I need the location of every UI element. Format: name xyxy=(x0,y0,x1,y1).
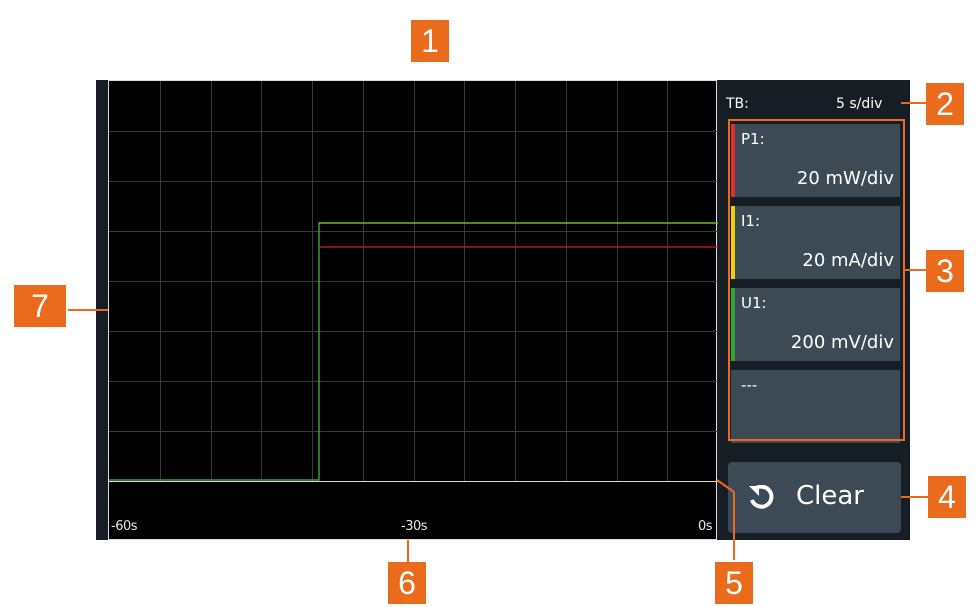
channel-p1-scale-value: 20 mW/div xyxy=(796,168,894,189)
x-tick-label-mid: -30s xyxy=(401,519,428,534)
channel-i1-name: I1: xyxy=(741,212,761,230)
channel-i1-scale[interactable]: I1: 20 mA/div xyxy=(731,206,900,279)
channel-p1-scale[interactable]: P1: 20 mW/div xyxy=(731,124,900,197)
undo-icon xyxy=(749,485,774,509)
channel-u1-scale[interactable]: U1: 200 mV/div xyxy=(731,288,900,361)
trend-chart[interactable]: -60s -30s 0s xyxy=(108,80,718,540)
clear-button-label: Clear xyxy=(796,481,864,511)
timebase-label: TB: xyxy=(726,96,749,112)
callout-5: 5 xyxy=(715,562,753,604)
channel-u1-scale-value: 200 mV/div xyxy=(790,332,894,353)
trend-chart-canvas xyxy=(109,81,718,482)
x-tick-label-start: -60s xyxy=(111,519,138,534)
callout-3: 3 xyxy=(926,250,964,292)
channel-empty-slot[interactable]: --- xyxy=(731,370,900,443)
channel-u1-name: U1: xyxy=(741,294,767,312)
clear-button[interactable]: Clear xyxy=(728,462,901,533)
callout-1: 1 xyxy=(411,20,449,62)
trace-u1 xyxy=(109,222,718,481)
x-tick-label-end: 0s xyxy=(698,519,713,534)
channel-empty-name: --- xyxy=(741,376,758,394)
callout-7: 7 xyxy=(14,285,66,327)
callout-2: 2 xyxy=(926,83,964,125)
callout-4: 4 xyxy=(928,476,966,518)
channel-p1-name: P1: xyxy=(741,130,765,148)
channel-i1-scale-value: 20 mA/div xyxy=(802,250,894,271)
timebase-value[interactable]: 5 s/div xyxy=(836,96,882,112)
callout-6: 6 xyxy=(388,562,426,604)
